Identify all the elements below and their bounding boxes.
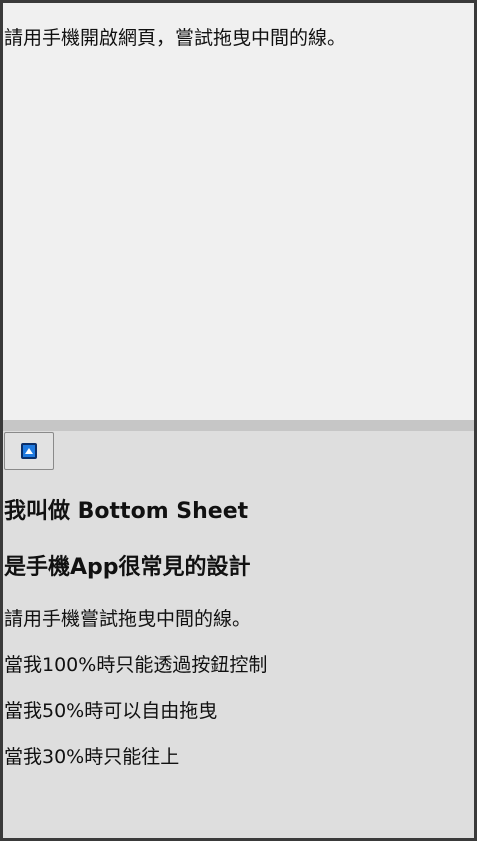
sheet-drag-handle[interactable] (3, 420, 474, 431)
bottom-sheet: 我叫做 Bottom Sheet 是手機App很常見的設計 請用手機嘗試拖曳中間… (3, 431, 474, 838)
sheet-paragraph: 當我50%時可以自由拖曳 (4, 700, 218, 722)
sheet-paragraph: 請用手機嘗試拖曳中間的線。 (4, 608, 252, 630)
browser-viewport: 請用手機開啟網頁，嘗試拖曳中間的線。 我叫做 Bottom Sheet 是手機A… (0, 0, 477, 841)
sheet-subtitle: 是手機App很常見的設計 (4, 555, 251, 580)
page-content: 請用手機開啟網頁，嘗試拖曳中間的線。 (3, 3, 474, 420)
sheet-title: 我叫做 Bottom Sheet (4, 499, 249, 524)
sheet-paragraph: 當我30%時只能往上 (4, 746, 180, 768)
expand-sheet-button[interactable] (4, 432, 54, 470)
up-arrow-icon (21, 443, 37, 459)
instruction-text: 請用手機開啟網頁，嘗試拖曳中間的線。 (4, 27, 347, 49)
sheet-paragraph: 當我100%時只能透過按鈕控制 (4, 654, 268, 676)
